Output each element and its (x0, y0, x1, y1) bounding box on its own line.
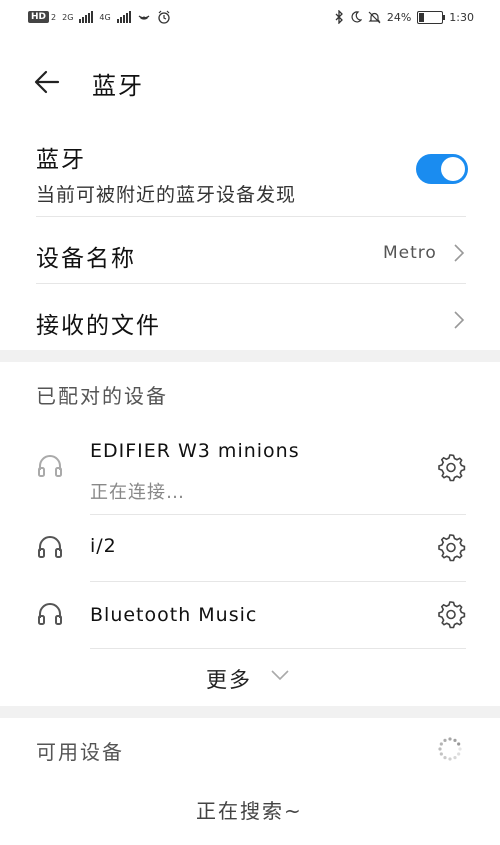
mute-icon (368, 11, 381, 23)
hd-badge: HD (28, 11, 50, 23)
status-bar: HD 2 2G 4G 24% 1:30 (0, 0, 500, 40)
gear-icon[interactable] (436, 599, 466, 629)
chevron-right-icon (454, 244, 465, 262)
signal-icon-2 (116, 11, 131, 23)
paired-section-title: 已配对的设备 (36, 384, 168, 408)
divider (90, 648, 466, 649)
searching-text: 正在搜索~ (196, 799, 303, 823)
back-arrow-icon[interactable] (28, 64, 68, 104)
spinner-dot (457, 752, 461, 756)
bluetooth-toggle-row[interactable]: 蓝牙 当前可被附近的蓝牙设备发现 (0, 130, 500, 216)
bluetooth-visibility-text: 当前可被附近的蓝牙设备发现 (36, 184, 297, 206)
section-separator (0, 350, 500, 362)
bluetooth-label: 蓝牙 (36, 147, 86, 173)
spinner-dot (439, 752, 443, 756)
chevron-right-icon (454, 311, 465, 329)
paired-device-row[interactable]: EDIFIER W3 minions 正在连接… (0, 430, 500, 514)
spinner-dot (457, 742, 461, 746)
received-files-row[interactable]: 接收的文件 (0, 284, 500, 350)
spinner-dot (439, 742, 443, 746)
headphones-icon (38, 603, 62, 625)
hd-sub: 2 (51, 12, 57, 22)
device-name: i/2 (90, 535, 117, 557)
battery-icon (417, 10, 446, 24)
device-name-value: Metro (383, 243, 437, 263)
battery-percent: 24% (386, 10, 412, 24)
headphones-icon (38, 536, 62, 558)
paired-device-row[interactable]: Bluetooth Music (0, 582, 500, 648)
device-name: EDIFIER W3 minions (90, 440, 300, 462)
spinner-dot (443, 756, 447, 760)
spinner-dot (443, 738, 447, 742)
status-left: HD 2 2G 4G (28, 10, 171, 24)
hotspot-icon (138, 15, 150, 20)
spinner-dot (448, 757, 452, 761)
status-right: 24% 1:30 (334, 10, 474, 24)
alarm-icon (158, 10, 170, 24)
available-section-title: 可用设备 (36, 740, 124, 764)
bluetooth-toggle[interactable] (416, 154, 468, 184)
device-name: Bluetooth Music (90, 604, 258, 626)
moon-icon (351, 11, 362, 23)
spinner-dot (458, 747, 462, 751)
device-status: 正在连接… (90, 482, 185, 503)
gear-icon[interactable] (436, 532, 466, 562)
clock: 1:30 (449, 10, 474, 24)
network-2g-label: 2G (62, 12, 74, 22)
headphones-icon (38, 455, 62, 477)
loading-spinner-icon (438, 737, 462, 761)
received-files-label: 接收的文件 (36, 313, 161, 339)
device-name-label: 设备名称 (36, 246, 136, 272)
spinner-dot (453, 756, 457, 760)
more-button[interactable]: 更多 (206, 664, 252, 694)
chevron-down-icon[interactable] (270, 668, 290, 682)
device-name-row[interactable]: 设备名称 Metro (0, 217, 500, 283)
paired-device-row[interactable]: i/2 (0, 515, 500, 581)
page-title: 蓝牙 (92, 72, 144, 100)
spinner-dot (438, 747, 442, 751)
spinner-dot (448, 737, 452, 741)
signal-icon (79, 11, 94, 23)
network-4g-label: 4G (99, 12, 111, 22)
spinner-dot (453, 738, 457, 742)
bluetooth-status-icon (335, 10, 343, 24)
section-separator (0, 706, 500, 718)
toggle-knob (441, 157, 465, 181)
gear-icon[interactable] (436, 452, 466, 482)
